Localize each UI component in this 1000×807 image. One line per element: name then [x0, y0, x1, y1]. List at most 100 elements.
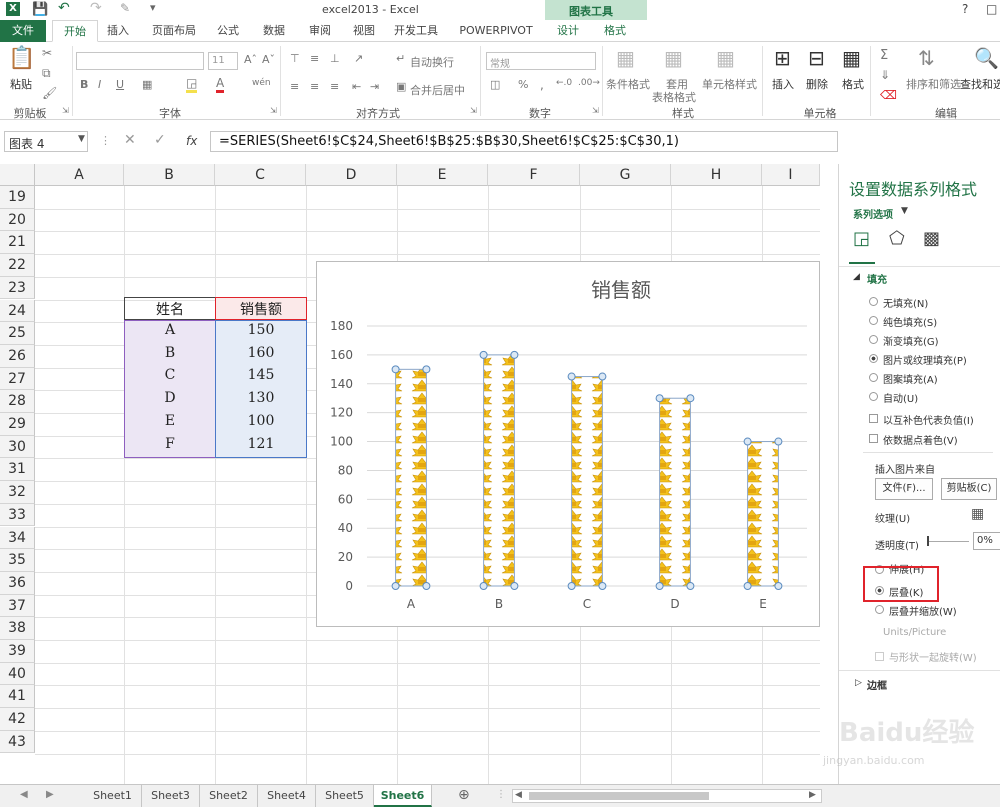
- select-all-corner[interactable]: [0, 164, 35, 186]
- cell-styles-icon[interactable]: ▦: [716, 46, 735, 70]
- texture-picker-icon[interactable]: ▦: [971, 506, 984, 522]
- fill-section-header[interactable]: 填充: [867, 271, 887, 286]
- align-top-icon[interactable]: ⊤: [290, 52, 300, 65]
- align-left-icon[interactable]: ≡: [290, 80, 299, 93]
- row-header-43[interactable]: 43: [0, 730, 35, 754]
- format-cells-icon[interactable]: ▦: [842, 46, 861, 70]
- paste-icon[interactable]: 📋: [8, 46, 35, 71]
- ribbon-display-icon[interactable]: □: [986, 2, 997, 16]
- clipboard-launcher-icon[interactable]: ⇲: [62, 106, 69, 115]
- horizontal-scrollbar[interactable]: ◀ ▶: [512, 789, 822, 803]
- name-box[interactable]: 图表 4: [4, 131, 88, 152]
- option-auto-fill[interactable]: 自动(U): [883, 390, 918, 405]
- row-header-38[interactable]: 38: [0, 617, 35, 640]
- row-header-22[interactable]: 22: [0, 254, 35, 277]
- fill-expand-icon[interactable]: ◢: [853, 272, 860, 282]
- wrap-text-icon[interactable]: ↵: [396, 52, 405, 65]
- table-cell-value[interactable]: 150: [215, 322, 307, 338]
- sheet-tab-sheet5[interactable]: Sheet5: [316, 785, 374, 807]
- table-format-button-line2[interactable]: 表格格式: [652, 89, 696, 105]
- row-header-40[interactable]: 40: [0, 662, 35, 686]
- tab-home[interactable]: 开始: [52, 20, 98, 42]
- currency-icon[interactable]: ◫: [490, 78, 500, 91]
- table-cell-value[interactable]: 160: [215, 345, 307, 361]
- option-rotate-with-shape[interactable]: 与形状一起旋转(W): [889, 649, 977, 664]
- column-header-i[interactable]: I: [762, 164, 820, 186]
- table-cell-value[interactable]: 121: [215, 436, 307, 452]
- increase-decimal-icon[interactable]: ←.0: [556, 78, 572, 88]
- row-header-35[interactable]: 35: [0, 549, 35, 572]
- enter-icon[interactable]: ✓: [154, 132, 166, 148]
- option-no-fill[interactable]: 无填充(N): [883, 295, 928, 310]
- table-cell-name[interactable]: E: [124, 413, 216, 429]
- row-header-33[interactable]: 33: [0, 503, 35, 527]
- help-icon[interactable]: ?: [962, 2, 968, 16]
- alignment-launcher-icon[interactable]: ⇲: [470, 106, 477, 115]
- transparency-input[interactable]: 0%: [973, 532, 1000, 550]
- option-gradient-fill[interactable]: 渐变填充(G): [883, 333, 939, 348]
- italic-icon[interactable]: I: [98, 78, 101, 91]
- option-vary-colors[interactable]: 依数据点着色(V): [883, 432, 958, 447]
- column-header-a[interactable]: A: [35, 164, 124, 186]
- insert-function-icon[interactable]: fx: [186, 134, 197, 148]
- paste-button[interactable]: 粘贴: [10, 76, 32, 92]
- fill-down-icon[interactable]: ⇓: [880, 68, 890, 82]
- font-color-icon[interactable]: A: [216, 76, 225, 93]
- scroll-sheets-left-icon[interactable]: ◀: [20, 789, 28, 800]
- row-header-31[interactable]: 31: [0, 458, 35, 482]
- row-header-42[interactable]: 42: [0, 708, 35, 731]
- delete-cells-icon[interactable]: ⊟: [808, 46, 825, 70]
- column-header-g[interactable]: G: [580, 164, 671, 186]
- number-format-box[interactable]: 常规: [486, 52, 596, 70]
- sort-filter-button[interactable]: 排序和筛选: [906, 76, 961, 92]
- formula-input[interactable]: =SERIES(Sheet6!$C$24,Sheet6!$B$25:$B$30,…: [210, 131, 838, 152]
- row-header-32[interactable]: 32: [0, 481, 35, 504]
- conditional-format-button[interactable]: 条件格式: [606, 76, 650, 92]
- sheet-tab-sheet4[interactable]: Sheet4: [258, 785, 316, 807]
- insert-cells-icon[interactable]: ⊞: [774, 46, 791, 70]
- series-options-dropdown[interactable]: 系列选项: [853, 206, 893, 221]
- name-box-dropdown-icon[interactable]: ▼: [78, 134, 85, 144]
- sort-filter-icon[interactable]: ⇅: [918, 46, 935, 70]
- border-icon[interactable]: ▦: [142, 78, 152, 91]
- tab-design[interactable]: 设计: [545, 20, 591, 42]
- radio-auto-fill[interactable]: [869, 392, 878, 401]
- merge-icon[interactable]: ▣: [396, 80, 406, 93]
- tab-page-layout[interactable]: 页面布局: [148, 20, 200, 42]
- tab-data[interactable]: 数据: [256, 20, 292, 42]
- transparency-slider[interactable]: [929, 541, 969, 542]
- scroll-right-icon[interactable]: ▶: [809, 790, 816, 800]
- scroll-left-icon[interactable]: ◀: [515, 790, 522, 800]
- merge-center-button[interactable]: 合并后居中: [410, 82, 465, 98]
- table-cell-value[interactable]: 145: [215, 367, 307, 383]
- tab-powerpivot[interactable]: POWERPIVOT: [456, 20, 536, 42]
- clipboard-button[interactable]: 剪贴板(C): [941, 478, 997, 500]
- increase-indent-icon[interactable]: ⇥: [370, 80, 379, 93]
- tab-view[interactable]: 视图: [346, 20, 382, 42]
- column-header-c[interactable]: C: [215, 164, 306, 186]
- underline-icon[interactable]: U: [116, 78, 124, 91]
- table-cell-name[interactable]: A: [124, 322, 216, 338]
- row-header-26[interactable]: 26: [0, 344, 35, 368]
- phonetic-icon[interactable]: wén: [252, 78, 271, 88]
- table-cell-name[interactable]: D: [124, 390, 216, 406]
- find-select-button[interactable]: 查找和选: [960, 76, 1000, 92]
- checkbox-invert-negative[interactable]: [869, 414, 878, 423]
- excel-logo-icon[interactable]: X: [6, 2, 20, 16]
- checkbox-vary-colors[interactable]: [869, 434, 878, 443]
- series-options-chevron-icon[interactable]: ▼: [901, 206, 908, 216]
- decrease-decimal-icon[interactable]: .00→: [578, 78, 600, 88]
- row-header-23[interactable]: 23: [0, 276, 35, 300]
- align-center-icon[interactable]: ≡: [310, 80, 319, 93]
- align-right-icon[interactable]: ≡: [330, 80, 339, 93]
- tab-insert[interactable]: 插入: [100, 20, 136, 42]
- bold-icon[interactable]: B: [80, 78, 88, 91]
- worksheet-grid[interactable]: ABCDEFGHI 19 20 21 22 23 24 25 26 27 28 29 30 31 32 33…: [0, 164, 820, 784]
- new-sheet-icon[interactable]: ⊕: [458, 787, 470, 803]
- number-launcher-icon[interactable]: ⇲: [592, 106, 599, 115]
- series-options-icon[interactable]: ▩: [923, 228, 940, 249]
- row-header-24[interactable]: 24: [0, 299, 35, 323]
- cut-icon[interactable]: ✂: [42, 46, 52, 60]
- autosum-icon[interactable]: Σ: [880, 48, 888, 63]
- grow-font-icon[interactable]: Aˆ: [244, 53, 257, 66]
